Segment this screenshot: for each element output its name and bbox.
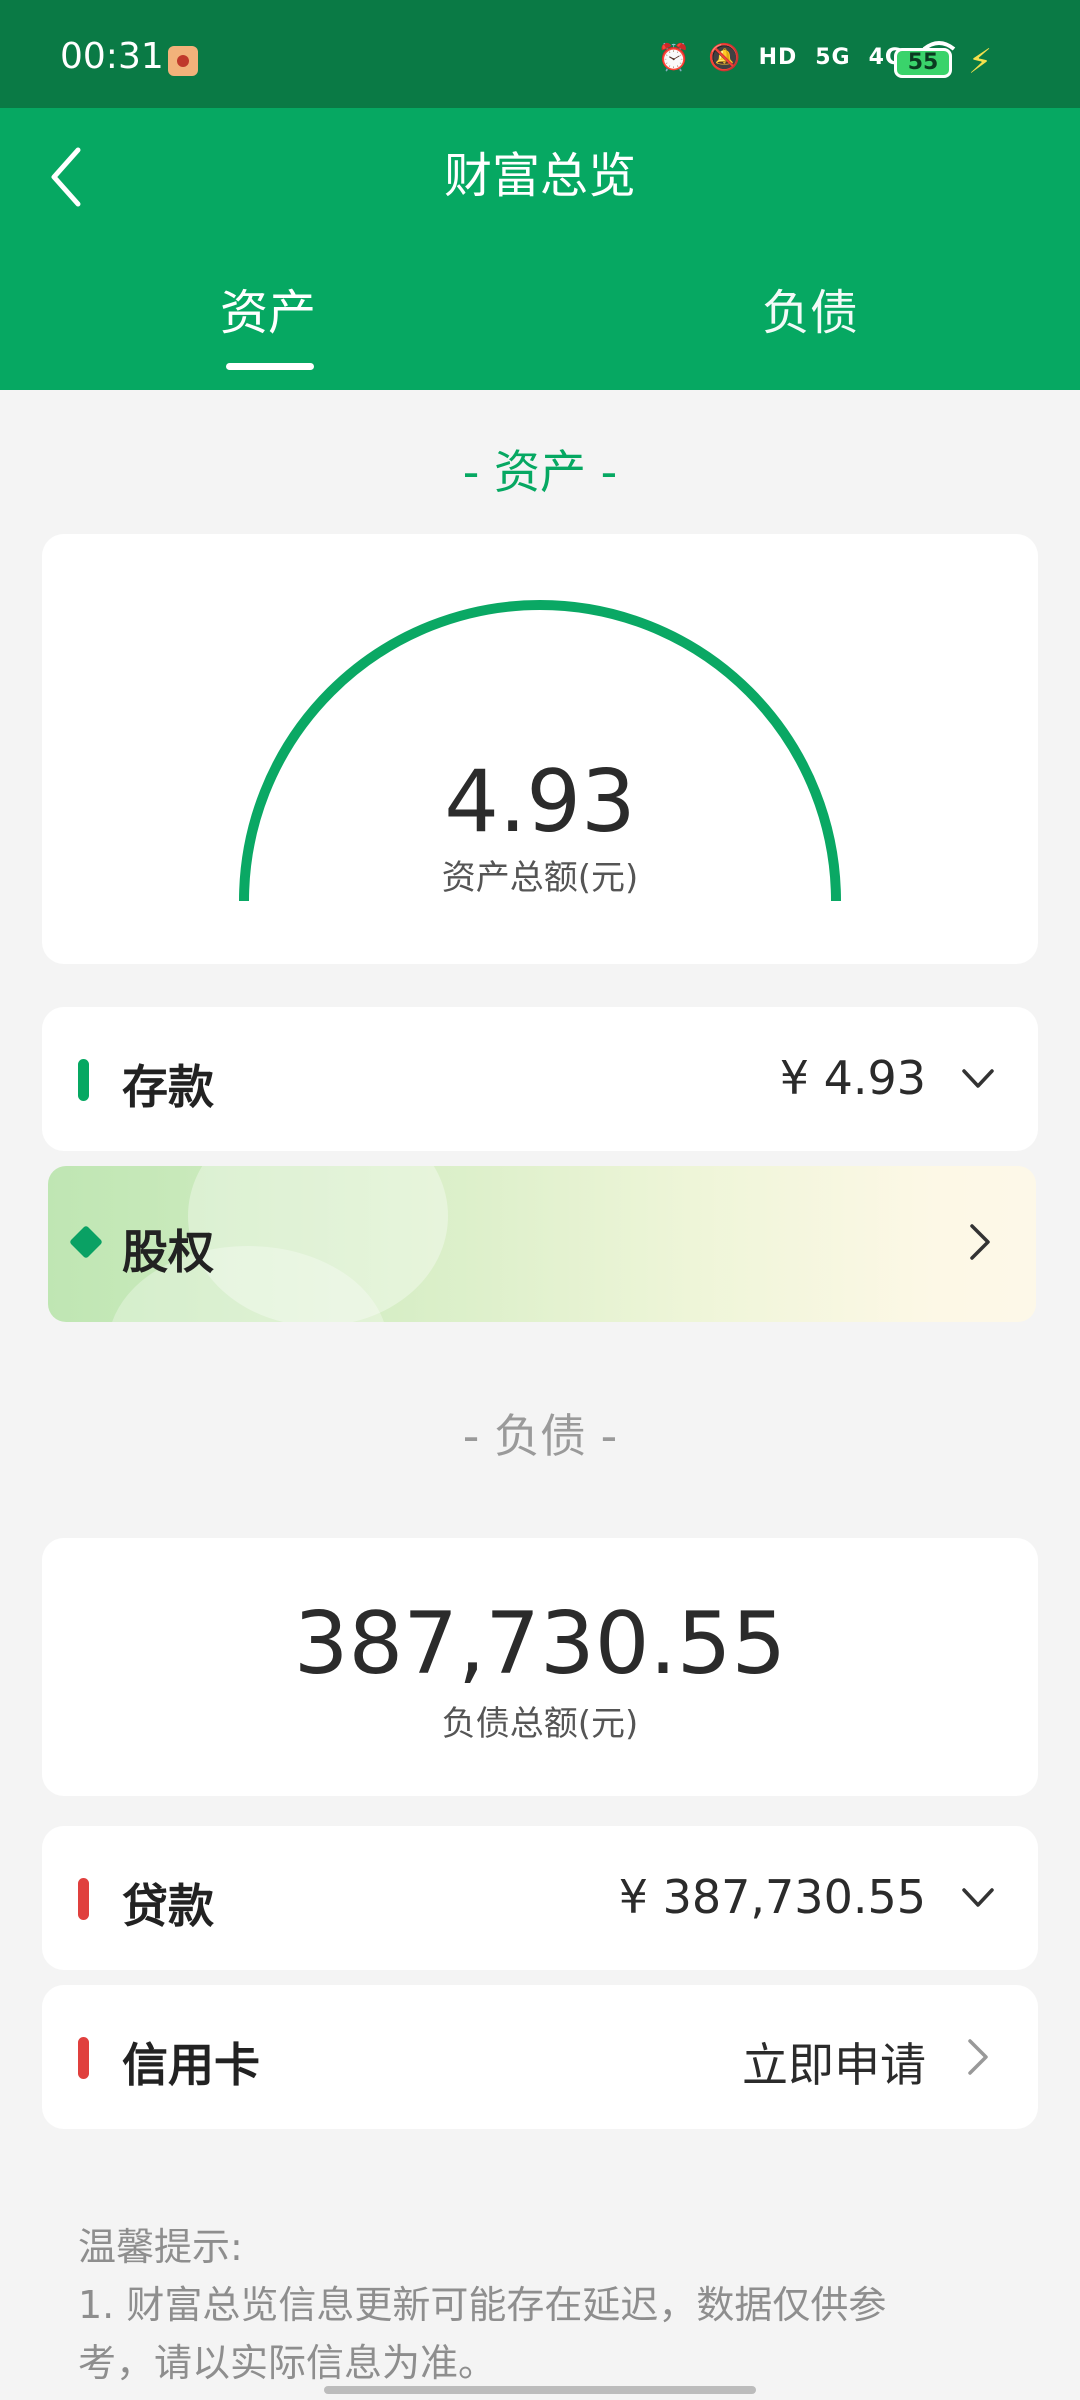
deposit-marker [78, 1059, 89, 1101]
battery-indicator: 55 [894, 48, 952, 78]
assets-gauge-card: 4.93 资产总额(元) [42, 534, 1038, 964]
loan-value: ¥ 387,730.55 [618, 1870, 926, 1924]
credit-card-marker [78, 2037, 89, 2079]
chevron-right-icon[interactable] [964, 1218, 994, 1266]
hd-indicator: HD [758, 45, 798, 70]
home-indicator[interactable] [324, 2386, 756, 2394]
loan-marker [78, 1878, 89, 1920]
liabilities-section-title: - 负债 - [462, 1409, 618, 1463]
loan-row[interactable]: 贷款 ¥ 387,730.55 [42, 1826, 1038, 1970]
credit-card-row[interactable]: 信用卡 立即申请 [42, 1985, 1038, 2129]
credit-card-label: 信用卡 [122, 2038, 260, 2092]
page-title: 财富总览 [443, 148, 636, 204]
tips-title: 温馨提示: [78, 2225, 243, 2269]
deposit-label: 存款 [122, 1060, 214, 1114]
alarm-icon: ⏰ [657, 42, 691, 73]
liabilities-total-label: 负债总额(元) [441, 1704, 639, 1744]
tips-section: 温馨提示: 1. 财富总览信息更新可能存在延迟，数据仅供参考，请以实际信息为准。 [78, 2218, 958, 2392]
assets-section-title: - 资产 - [462, 445, 618, 499]
liabilities-total-card: 387,730.55 负债总额(元) [42, 1538, 1038, 1796]
active-tab-indicator [226, 363, 314, 370]
app-header: 财富总览 资产 负债 [0, 108, 1080, 390]
equity-row[interactable]: 股权 [48, 1166, 1036, 1322]
loan-label: 贷款 [122, 1879, 214, 1933]
tips-line: 1. 财富总览信息更新可能存在延迟，数据仅供参考，请以实际信息为准。 [78, 2283, 887, 2385]
charging-icon: ⚡ [968, 42, 992, 82]
liabilities-total-value: 387,730.55 [293, 1594, 787, 1694]
assets-gauge-arc [239, 600, 841, 902]
apply-now-link[interactable]: 立即申请 [742, 2029, 926, 2095]
assets-total-value: 4.93 [444, 752, 636, 852]
assets-total-label: 资产总额(元) [441, 858, 639, 898]
notification-app-icon [168, 46, 198, 76]
status-time: 00:31 [60, 36, 164, 77]
deposit-value: ¥ 4.93 [779, 1051, 926, 1105]
status-bar: 00:31 ⏰ 🔕 HD 5G 4G 55 ⚡ [0, 0, 1080, 108]
chevron-down-icon[interactable] [958, 1878, 998, 1918]
mute-icon: 🔕 [708, 42, 741, 73]
equity-label: 股权 [122, 1225, 214, 1279]
diamond-icon [69, 1225, 103, 1259]
signal-5g-icon: 5G [815, 45, 851, 70]
tab-liabilities[interactable]: 负债 [762, 273, 858, 343]
chevron-down-icon[interactable] [958, 1059, 998, 1099]
chevron-right-icon[interactable] [962, 2033, 992, 2081]
tab-assets[interactable]: 资产 [220, 273, 316, 343]
deposit-row[interactable]: 存款 ¥ 4.93 [42, 1007, 1038, 1151]
